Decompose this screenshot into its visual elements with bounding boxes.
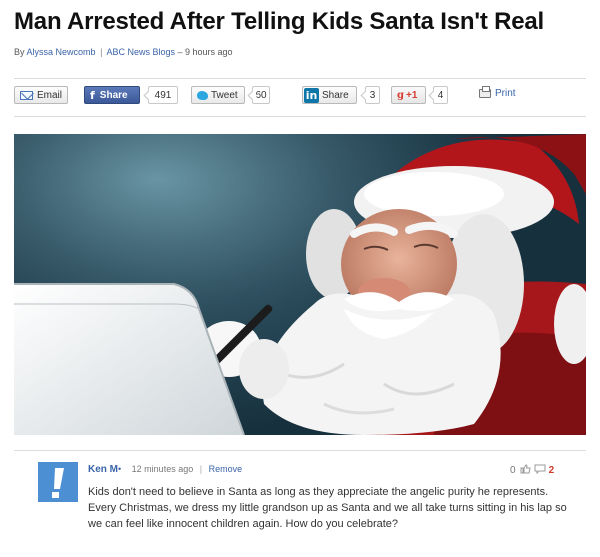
thumbs-up-icon[interactable] [520,464,531,477]
printer-icon [479,86,491,98]
byline-dash: – [177,47,183,57]
source-link[interactable]: ABC News Blogs [106,47,175,57]
divider-share [14,116,586,117]
tweet-count: 60 [252,86,270,104]
linkedin-share-label: Share [322,89,349,101]
remove-comment-link[interactable]: Remove [209,464,243,474]
facebook-share-button[interactable]: f Share [84,86,140,104]
google-plus-count: 4 [433,86,448,104]
linkedin-share-button[interactable]: in Share [302,86,357,104]
share-bar: Email f Share 491 Tweet 60 in Share 3 g … [14,86,586,106]
default-avatar-icon [38,462,78,502]
comment-votes: 0 2 [510,464,554,477]
facebook-icon: f [90,88,95,102]
article-byline: By Alyssa Newcomb | ABC News Blogs – 9 h… [14,47,233,57]
comment-author[interactable]: Ken M [88,464,118,475]
reply-count[interactable]: 2 [549,465,555,476]
reply-bubble-icon[interactable] [534,464,546,477]
google-g-icon: g [397,89,404,101]
article-headline: Man Arrested After Telling Kids Santa Is… [14,8,544,35]
envelope-icon [20,90,33,100]
google-plus-button[interactable]: g +1 [391,86,426,104]
divider-top [14,78,586,79]
divider-comments [14,450,586,451]
facebook-share-count: 491 [148,86,178,104]
email-button[interactable]: Email [14,86,68,104]
tweet-button[interactable]: Tweet [191,86,245,104]
meta-dot: • [118,464,122,474]
comment-text: Kids don't need to believe in Santa as l… [88,486,567,530]
print-label: Print [495,88,516,99]
linkedin-share-count: 3 [365,86,380,104]
author-link[interactable]: Alyssa Newcomb [27,47,96,57]
meta-separator: | [199,464,203,474]
like-count: 0 [510,465,516,476]
email-label: Email [36,89,62,101]
linkedin-icon: in [304,87,319,103]
google-plus-label: +1 [406,89,418,101]
tweet-label: Tweet [211,89,238,101]
commenter-avatar[interactable] [38,462,78,502]
byline-separator: | [100,47,103,57]
article-photo [14,134,586,435]
comment-time: 12 minutes ago [131,464,194,474]
print-button[interactable]: Print [479,86,516,99]
byline-time: 9 hours ago [185,47,233,57]
facebook-share-label: Share [99,89,128,101]
byline-prefix: By [14,47,25,57]
santa-claus-writing-image [14,134,586,435]
twitter-bird-icon [197,90,208,100]
comment-meta: • 12 minutes ago | Remove [118,464,242,474]
